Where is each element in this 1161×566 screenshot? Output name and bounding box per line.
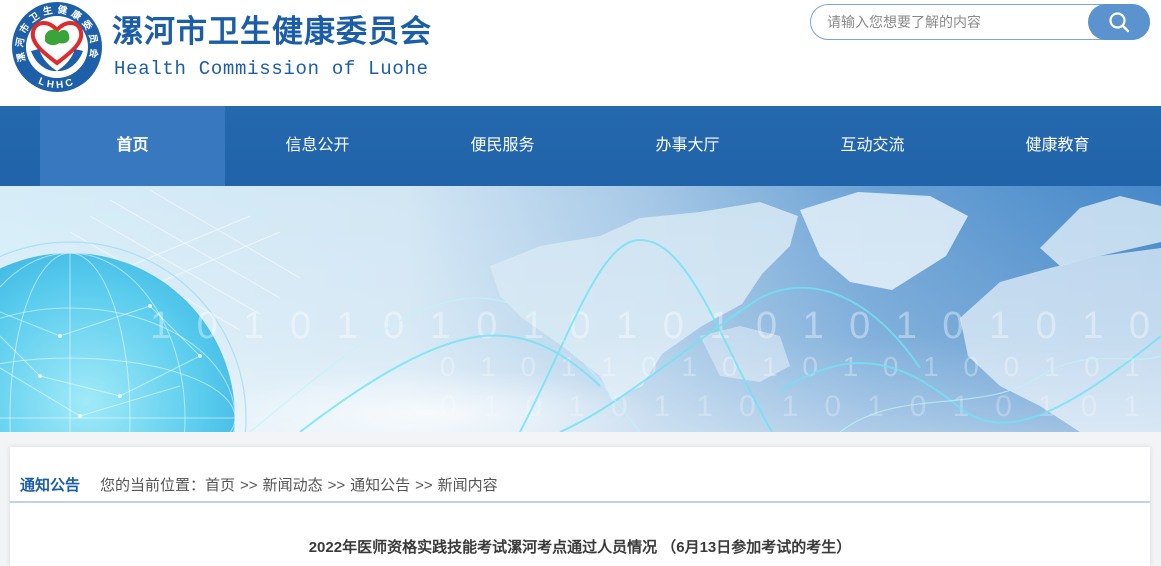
main-nav: 首页 信息公开 便民服务 办事大厅 互动交流 健康教育: [0, 106, 1161, 186]
site-subtitle: Health Commission of Luohe: [114, 58, 429, 80]
site-header: 漯河市卫生健康委员会 LHHC 漯河市卫生健康委员会 Health Commis…: [0, 0, 1161, 106]
banner-binary-text: 0 1 0 1 1 0 1 0 1 0 1 0 1 0 0 1 0 1: [440, 351, 1140, 382]
site-title: 漯河市卫生健康委员会: [112, 14, 432, 49]
breadcrumb-prefix: 您的当前位置：: [100, 477, 206, 494]
search-button[interactable]: [1088, 4, 1150, 40]
nav-item-public-services[interactable]: 便民服务: [410, 106, 595, 186]
logo-emblem: 漯河市卫生健康委员会 LHHC: [12, 2, 102, 92]
breadcrumb-separator: >>: [240, 477, 258, 494]
breadcrumb-bar: 通知公告 您的当前位置：首页 >> 新闻动态 >> 通知公告 >> 新闻内容: [10, 447, 1150, 503]
breadcrumb-separator: >>: [415, 477, 433, 494]
banner-world-map-image: 1 0 1 0 1 0 1 0 1 0 1 0 1 0 1 0 1 0 1 0 …: [0, 186, 1161, 432]
search-box: [810, 4, 1150, 40]
nav-item-info-disclosure[interactable]: 信息公开: [225, 106, 410, 186]
nav-item-home[interactable]: 首页: [40, 106, 225, 186]
banner: 1 0 1 0 1 0 1 0 1 0 1 0 1 0 1 0 1 0 1 0 …: [0, 186, 1161, 432]
content-panel: 通知公告 您的当前位置：首页 >> 新闻动态 >> 通知公告 >> 新闻内容 2022年医师…: [10, 447, 1150, 566]
site-logo[interactable]: 漯河市卫生健康委员会 LHHC: [11, 1, 103, 93]
breadcrumb-link-home[interactable]: 首页: [205, 477, 235, 494]
breadcrumb-link-notices[interactable]: 通知公告: [350, 477, 410, 494]
search-icon: [1109, 12, 1130, 33]
breadcrumb-link-news[interactable]: 新闻动态: [263, 477, 323, 494]
nav-item-service-hall[interactable]: 办事大厅: [595, 106, 780, 186]
nav-item-interaction[interactable]: 互动交流: [780, 106, 965, 186]
breadcrumb-separator: >>: [327, 477, 346, 494]
section-label: 通知公告: [20, 477, 81, 494]
nav-item-health-education[interactable]: 健康教育: [965, 106, 1150, 186]
breadcrumb-current: 新闻内容: [437, 477, 498, 494]
search-input[interactable]: [827, 5, 1077, 39]
article-title: 2022年医师资格实践技能考试漯河考点通过人员情况 （6月13日参加考试的考生）: [308, 539, 852, 556]
main-nav-list: 首页 信息公开 便民服务 办事大厅 互动交流 健康教育: [40, 106, 1150, 186]
banner-binary-text: 1 0 1 0 1 0 1 0 1 0 1 0 1 0 1 0 1 0 1 0 …: [150, 305, 1150, 347]
breadcrumb: 您的当前位置：首页 >> 新闻动态 >> 通知公告 >> 新闻内容: [100, 475, 498, 497]
